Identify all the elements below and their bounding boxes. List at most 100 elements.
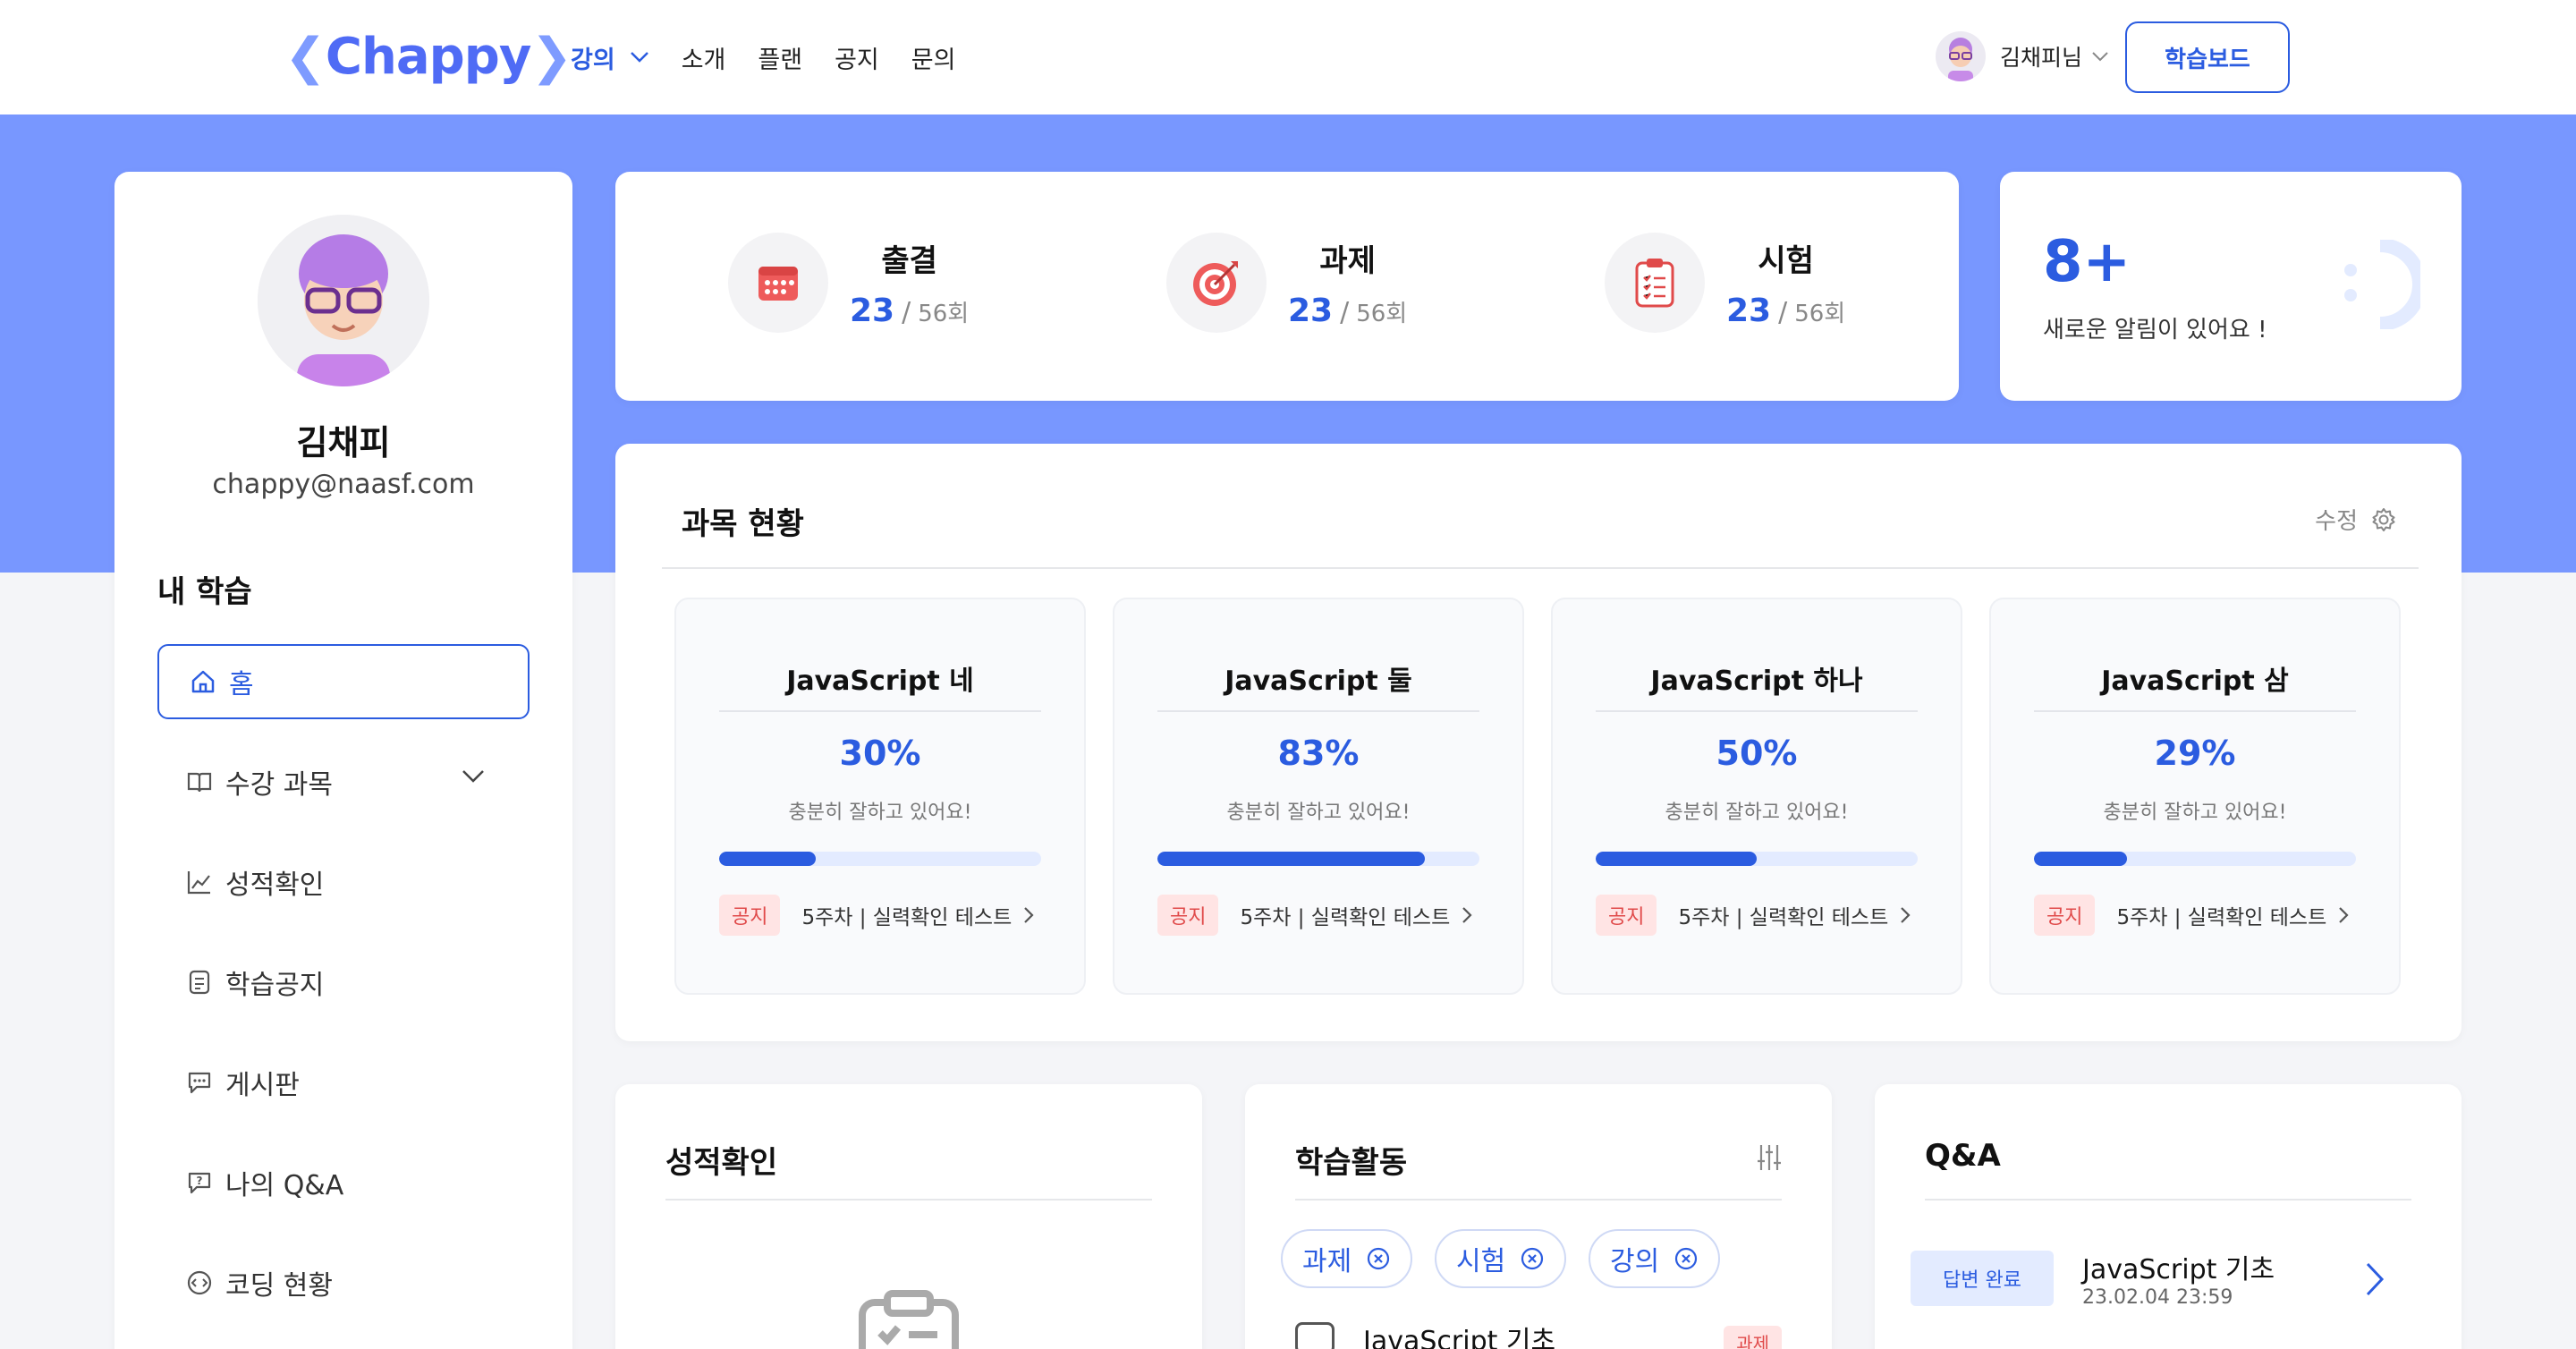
progress-bar: [1157, 852, 1479, 866]
course-percent: 29%: [2154, 734, 2236, 773]
sidebar-item-my-qa[interactable]: ? 나의 Q&A: [157, 1145, 530, 1220]
course-percent: 30%: [839, 734, 921, 773]
main-nav: 강의 소개 플랜 공지 문의: [571, 36, 987, 79]
notice-tag: 공지: [2034, 895, 2096, 936]
activity-item[interactable]: JavaScript 기초: [1295, 1319, 1555, 1349]
divider: [2034, 710, 2356, 712]
stat-separator: /: [902, 297, 911, 328]
gear-icon: [2372, 507, 2395, 531]
filter-chip-lecture[interactable]: 강의: [1589, 1229, 1721, 1288]
course-message: 충분히 잘하고 있어요!: [1226, 802, 1411, 824]
chat-icon: [188, 1072, 211, 1094]
profile-name: 김채피: [296, 423, 391, 462]
nav-contact[interactable]: 문의: [911, 36, 956, 79]
clipboard-icon: [1605, 233, 1705, 333]
stat-value: 23: [1726, 293, 1772, 329]
document-icon: [1295, 1322, 1335, 1349]
chevron-right-icon: [1024, 907, 1034, 923]
stat-attendance[interactable]: 출결 23/ 56회: [728, 229, 969, 336]
close-circle-icon[interactable]: [1674, 1246, 1699, 1271]
nav-notice[interactable]: 공지: [835, 36, 879, 79]
filter-chip-exam[interactable]: 시험: [1435, 1229, 1567, 1288]
notification-text: 새로운 알림이 있어요 !: [2043, 317, 2267, 344]
sidebar-item-label: 게시판: [225, 1070, 300, 1101]
stat-total: 56회: [918, 301, 970, 327]
nav-lecture[interactable]: 강의: [571, 36, 649, 79]
course-card[interactable]: JavaScript 네 30% 충분히 잘하고 있어요! 공지 5주차 | 실…: [674, 598, 1086, 995]
svg-text:?: ?: [197, 1175, 203, 1187]
close-circle-icon[interactable]: [1520, 1246, 1545, 1271]
section-title: 학습활동: [1295, 1145, 1408, 1181]
top-header: ❮ Chappy ❯ 강의 소개 플랜 공지 문의 김채피님 학습보드: [0, 0, 2576, 115]
divider: [719, 710, 1041, 712]
edit-button[interactable]: 수정: [2315, 503, 2397, 536]
course-card[interactable]: JavaScript 하나 50% 충분히 잘하고 있어요! 공지 5주차 | …: [1551, 598, 1962, 995]
target-icon: [1166, 233, 1267, 333]
user-menu[interactable]: 김채피님: [1936, 27, 2109, 86]
course-name: JavaScript 하나: [1650, 666, 1863, 697]
filter-sliders-icon[interactable]: [1757, 1143, 1782, 1172]
divider: [1295, 1199, 1782, 1201]
close-circle-icon[interactable]: [1366, 1246, 1391, 1271]
progress-fill: [719, 852, 816, 866]
stat-value: 23: [1288, 293, 1334, 329]
divider: [1596, 710, 1918, 712]
filter-chip-assignment[interactable]: 과제: [1281, 1229, 1413, 1288]
divider: [665, 1199, 1152, 1201]
stat-exam[interactable]: 시험 23/56회: [1605, 229, 1845, 336]
calendar-icon: [728, 233, 828, 333]
notice-tag: 공지: [1157, 895, 1219, 936]
nav-plan[interactable]: 플랜: [758, 36, 802, 79]
sidebar-item-label: 나의 Q&A: [225, 1170, 344, 1201]
sidebar-item-board[interactable]: 게시판: [157, 1045, 530, 1120]
course-notice-link[interactable]: 공지 5주차 | 실력확인 테스트: [2034, 895, 2350, 936]
course-percent: 83%: [1277, 734, 1360, 773]
chip-label: 과제: [1302, 1246, 1352, 1277]
sidebar-item-grades[interactable]: 성적확인: [157, 844, 530, 920]
course-status-card: 과목 현황 수정 JavaScript 네 30% 충분히 잘하고 있어요! 공…: [615, 444, 2462, 1041]
dashboard-button[interactable]: 학습보드: [2125, 21, 2290, 93]
course-notice-link[interactable]: 공지 5주차 | 실력확인 테스트: [719, 895, 1035, 936]
chevron-right-icon[interactable]: [2365, 1261, 2385, 1297]
course-card[interactable]: JavaScript 둘 83% 충분히 잘하고 있어요! 공지 5주차 | 실…: [1113, 598, 1524, 995]
grades-card: 성적확인: [615, 1084, 1202, 1349]
course-message: 충분히 잘하고 있어요!: [2103, 802, 2287, 824]
notice-text: 5주차 | 실력확인 테스트: [1678, 906, 1889, 929]
stat-value: 23: [850, 293, 895, 329]
nav-lecture-label: 강의: [571, 46, 615, 74]
sidebar-item-notice[interactable]: 학습공지: [157, 945, 530, 1020]
activity-card: 학습활동 과제 시험 강의 JavaScript 기초 과제: [1245, 1084, 1832, 1349]
loading-ring-icon: [2344, 240, 2420, 329]
notification-count: 8+: [2043, 229, 2131, 295]
notice-icon: [189, 970, 210, 995]
divider: [662, 567, 2419, 569]
stat-assignment[interactable]: 과제 23/56회: [1166, 229, 1407, 336]
course-notice-link[interactable]: 공지 5주차 | 실력확인 테스트: [1157, 895, 1473, 936]
stat-title: 출결: [881, 243, 937, 279]
progress-bar: [1596, 852, 1918, 866]
sidebar-item-courses[interactable]: 수강 과목: [157, 744, 530, 819]
sidebar-item-home[interactable]: 홈: [157, 644, 530, 719]
activity-title: JavaScript 기초: [1363, 1326, 1556, 1349]
notification-card[interactable]: 8+ 새로운 알림이 있어요 !: [2000, 172, 2462, 401]
chappy-logo[interactable]: ❮ Chappy ❯: [284, 25, 572, 88]
stat-title: 시험: [1758, 243, 1814, 279]
progress-bar: [719, 852, 1041, 866]
sidebar-item-label: 홈: [229, 669, 254, 700]
course-card[interactable]: JavaScript 삼 29% 충분히 잘하고 있어요! 공지 5주차 | 실…: [1989, 598, 2401, 995]
notice-tag: 공지: [719, 895, 781, 936]
chevron-down-icon: [2092, 52, 2108, 62]
profile-email: chappy@naasf.com: [212, 469, 475, 500]
sidebar-item-coding[interactable]: 코딩 현황: [157, 1245, 530, 1320]
user-name: 김채피님: [2000, 45, 2083, 71]
chevron-down-icon[interactable]: [462, 769, 485, 784]
logo-bracket-left: ❮: [284, 27, 326, 86]
code-icon: [187, 1270, 212, 1295]
chevron-right-icon: [1462, 907, 1472, 923]
course-notice-link[interactable]: 공지 5주차 | 실력확인 테스트: [1596, 895, 1911, 936]
home-icon: [191, 670, 215, 693]
qa-title[interactable]: JavaScript 기초: [2082, 1247, 2275, 1286]
progress-bar: [2034, 852, 2356, 866]
stat-separator: /: [1340, 297, 1350, 328]
nav-about[interactable]: 소개: [682, 36, 726, 79]
